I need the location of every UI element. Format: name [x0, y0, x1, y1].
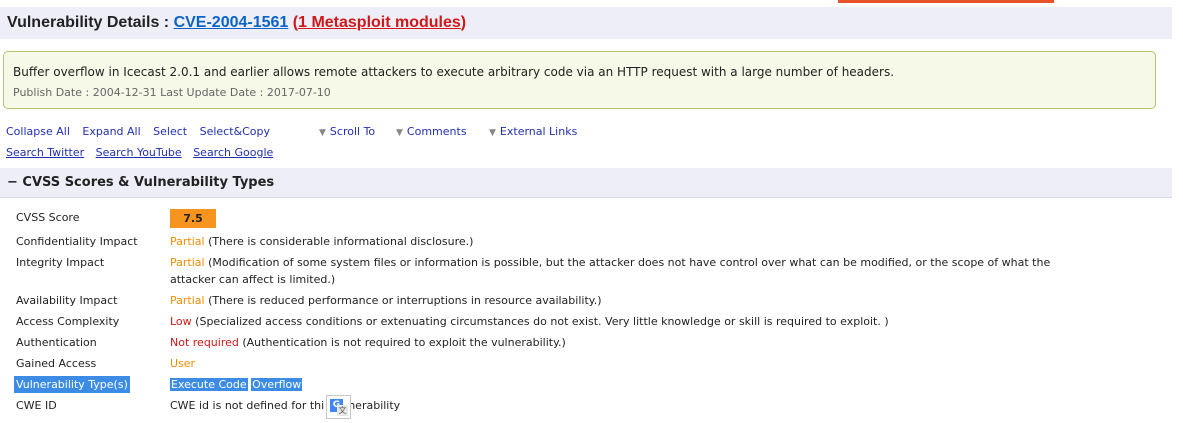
confidentiality-level: Partial [170, 235, 205, 248]
comments-dropdown[interactable]: ▼ Comments [396, 125, 467, 138]
search-google-link[interactable]: Search Google [193, 146, 273, 159]
confidentiality-desc: (There is considerable informational dis… [204, 235, 474, 248]
actions-row-1: Collapse All Expand All Select Select&Co… [6, 125, 270, 138]
confidentiality-label: Confidentiality Impact [16, 235, 138, 248]
search-youtube-link[interactable]: Search YouTube [96, 146, 182, 159]
triangle-down-icon: ▼ [319, 128, 326, 138]
availability-label: Availability Impact [16, 294, 118, 307]
vulnerability-type-value: Execute Code Overflow [170, 376, 1070, 393]
cwe-id-value: CWE id is not defined for thi nerability [170, 397, 1070, 414]
integrity-level: Partial [170, 256, 205, 269]
external-links-label[interactable]: External Links [500, 125, 577, 138]
search-twitter-link[interactable]: Search Twitter [6, 146, 84, 159]
vuln-type-execute-code[interactable]: Execute Code [170, 378, 248, 391]
select-link[interactable]: Select [153, 125, 187, 138]
collapse-all-link[interactable]: Collapse All [6, 125, 70, 138]
page-title: Vulnerability Details : CVE-2004-1561 (1… [7, 14, 466, 32]
paren-close: ) [460, 14, 467, 31]
summary-description: Buffer overflow in Icecast 2.0.1 and ear… [13, 65, 895, 79]
access-complexity-value: Low (Specialized access conditions or ex… [170, 313, 1070, 330]
scroll-to-dropdown[interactable]: ▼ Scroll To [319, 125, 375, 138]
expand-all-link[interactable]: Expand All [82, 125, 140, 138]
translate-lang-glyph: 文 [337, 405, 348, 416]
scroll-to-label[interactable]: Scroll To [330, 125, 375, 138]
triangle-down-icon: ▼ [396, 128, 403, 138]
cvss-section-header[interactable]: − CVSS Scores & Vulnerability Types [0, 168, 1172, 198]
integrity-value: Partial (Modification of some system fil… [170, 254, 1070, 288]
top-accent-bar [838, 0, 1054, 3]
authentication-desc: (Authentication is not required to explo… [238, 336, 566, 349]
external-links-dropdown[interactable]: ▼ External Links [489, 125, 577, 138]
cvss-score-badge: 7.5 [170, 209, 216, 228]
cvss-score-cell: 7.5 [170, 209, 1070, 228]
access-complexity-desc: (Specialized access conditions or extenu… [191, 315, 889, 328]
authentication-value: Not required (Authentication is not requ… [170, 334, 1070, 351]
cvss-score-label: CVSS Score [16, 211, 80, 224]
metasploit-modules-link[interactable]: 1 Metasploit modules [298, 14, 461, 31]
authentication-level: Not required [170, 336, 239, 349]
select-copy-link[interactable]: Select&Copy [200, 125, 270, 138]
section-title[interactable]: − CVSS Scores & Vulnerability Types [7, 175, 274, 190]
cwe-id-text-end: nerability [348, 399, 401, 412]
actions-row-2: Search Twitter Search YouTube Search Goo… [6, 146, 273, 159]
cve-id-link[interactable]: CVE-2004-1561 [174, 14, 289, 31]
summary-dates: Publish Date : 2004-12-31 Last Update Da… [13, 86, 331, 99]
gained-access-label: Gained Access [16, 357, 97, 370]
integrity-desc: (Modification of some system files or in… [170, 256, 1051, 286]
integrity-label: Integrity Impact [16, 256, 105, 269]
google-translate-icon[interactable]: G 文 [326, 395, 351, 419]
cwe-id-text-start: CWE id is not defined for thi [170, 399, 325, 412]
confidentiality-value: Partial (There is considerable informati… [170, 233, 1070, 250]
vulnerability-summary: Buffer overflow in Icecast 2.0.1 and ear… [3, 51, 1156, 109]
vuln-type-overflow[interactable]: Overflow [251, 378, 303, 391]
triangle-down-icon: ▼ [489, 128, 496, 138]
gained-access-level: User [170, 357, 196, 370]
access-complexity-level: Low [170, 315, 192, 328]
title-prefix: Vulnerability Details : [7, 14, 174, 31]
availability-desc: (There is reduced performance or interru… [204, 294, 602, 307]
cwe-id-label: CWE ID [16, 399, 57, 412]
comments-label[interactable]: Comments [407, 125, 467, 138]
gained-access-value: User [170, 355, 1070, 372]
authentication-label: Authentication [16, 336, 97, 349]
availability-value: Partial (There is reduced performance or… [170, 292, 1070, 309]
access-complexity-label: Access Complexity [16, 315, 120, 328]
vulnerability-type-label: Vulnerability Type(s) [14, 376, 130, 393]
availability-level: Partial [170, 294, 205, 307]
